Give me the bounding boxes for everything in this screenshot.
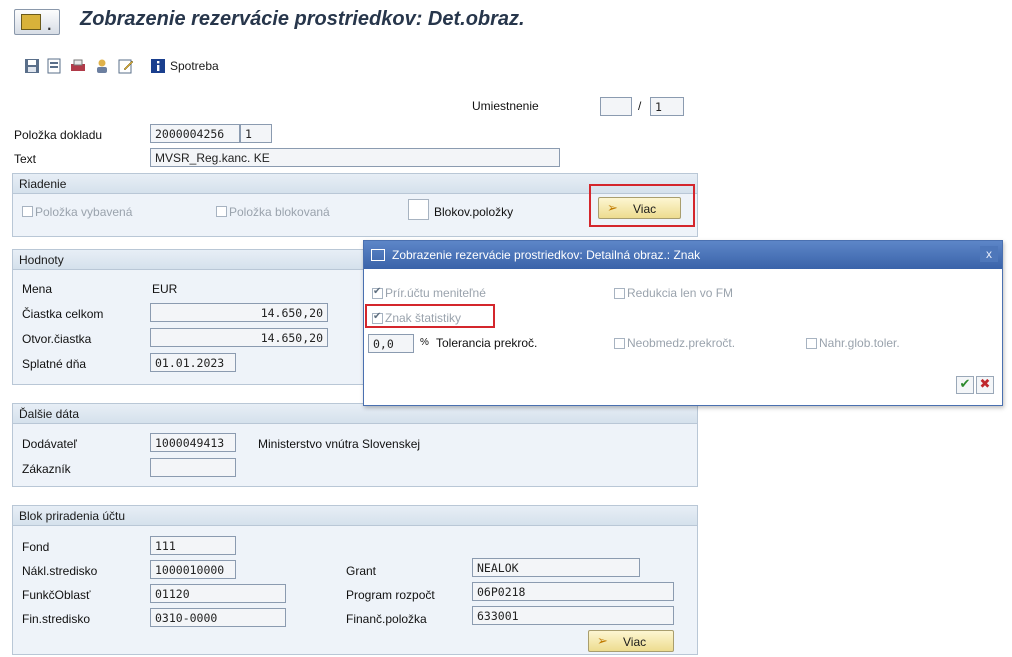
grant-label: Grant <box>346 564 377 578</box>
user-icon[interactable] <box>94 58 110 74</box>
cancel-x-icon[interactable]: ✖ <box>976 376 994 394</box>
dalsie-data-header: Ďalšie dáta <box>13 404 697 424</box>
funk-oblast-label: FunkčOblasť <box>22 588 91 602</box>
nahr-glob-label: Nahr.glob.toler. <box>819 336 900 350</box>
umiestnenie-separator: / <box>638 99 642 113</box>
menu-icon[interactable]: . <box>14 9 60 35</box>
blokov-polozky-label: Blokov.položky <box>434 205 514 219</box>
funk-oblast-field[interactable]: 01120 <box>150 584 286 603</box>
umiestnenie-input[interactable] <box>600 97 632 116</box>
neobmedz-label: Neobmedz.prekročt. <box>627 336 736 350</box>
blok-priradenia-header: Blok priradenia účtu <box>13 506 697 526</box>
dodavatel-name: Ministerstvo vnútra Slovenskej <box>258 437 421 451</box>
fin-stredisko-field[interactable]: 0310-0000 <box>150 608 286 627</box>
highlight-box-znak <box>365 304 495 328</box>
fond-label: Fond <box>22 540 50 554</box>
program-rozpoct-label: Program rozpočt <box>346 588 435 602</box>
splatne-dna-field[interactable]: 01.01.2023 <box>150 353 236 372</box>
title-bar: . Zobrazenie rezervácie prostriedkov: De… <box>0 0 1012 40</box>
tolerancia-field[interactable]: 0,0 <box>368 334 414 353</box>
dodavatel-label: Dodávateľ <box>22 437 77 451</box>
dialog-title: Zobrazenie rezervácie prostriedkov: Deta… <box>392 248 701 262</box>
zakaznik-label: Zákazník <box>22 462 71 476</box>
mena-value: EUR <box>152 282 178 296</box>
highlight-box-viac <box>589 184 695 227</box>
polozka-vybavena-checkbox[interactable] <box>22 206 33 217</box>
redukcia-checkbox[interactable] <box>614 288 625 299</box>
ciastka-celkom-field[interactable]: 14.650,20 <box>150 303 328 322</box>
edit-icon[interactable] <box>118 58 134 74</box>
nakl-stredisko-field[interactable]: 1000010000 <box>150 560 236 579</box>
window-icon <box>371 249 385 261</box>
prir-uctu-label: Prír.účtu meniteľné <box>385 286 486 300</box>
dialog-title-bar: Zobrazenie rezervácie prostriedkov: Deta… <box>364 241 1002 269</box>
confirm-check-icon[interactable]: ✔ <box>956 376 974 394</box>
application-toolbar: Spotreba <box>0 52 1012 83</box>
splatne-dna-label: Splatné dňa <box>22 357 87 371</box>
text-label: Text <box>14 152 37 166</box>
financ-polozka-field[interactable]: 633001 <box>472 606 674 625</box>
otvor-ciastka-label: Otvor.čiastka <box>22 332 92 346</box>
save-icon[interactable] <box>24 58 40 74</box>
prir-uctu-checkbox[interactable] <box>372 286 383 299</box>
info-icon[interactable] <box>150 58 166 74</box>
arrow-right-icon: ➢ <box>597 633 608 648</box>
mena-label: Mena <box>22 282 53 296</box>
spotreba-button[interactable]: Spotreba <box>170 59 219 73</box>
umiestnenie-total: 1 <box>650 97 684 116</box>
polozka-vybavena-label: Položka vybavená <box>35 205 133 219</box>
polozka-item-field[interactable]: 1 <box>240 124 272 143</box>
polozka-dokladu-field[interactable]: 2000004256 <box>150 124 240 143</box>
ciastka-celkom-label: Čiastka celkom <box>22 307 104 321</box>
text-field[interactable]: MVSR_Reg.kanc. KE <box>150 148 560 167</box>
financ-polozka-label: Finanč.položka <box>346 612 427 626</box>
program-rozpoct-field[interactable]: 06P0218 <box>472 582 674 601</box>
fond-field[interactable]: 111 <box>150 536 236 555</box>
dodavatel-field[interactable]: 1000049413 <box>150 433 236 452</box>
percent-sign: % <box>420 337 429 348</box>
fin-stredisko-label: Fin.stredisko <box>22 612 91 626</box>
grant-field[interactable]: NEALOK <box>472 558 640 577</box>
zakaznik-field[interactable] <box>150 458 236 477</box>
redukcia-label: Redukcia len vo FM <box>627 286 734 300</box>
print-icon[interactable] <box>70 58 86 74</box>
tolerancia-label: Tolerancia prekroč. <box>436 336 538 350</box>
znak-dialog: Zobrazenie rezervácie prostriedkov: Deta… <box>363 240 1003 406</box>
nakl-stredisko-label: Nákl.stredisko <box>22 564 98 578</box>
close-icon[interactable]: x <box>980 246 998 262</box>
umiestnenie-label: Umiestnenie <box>472 99 539 113</box>
nahr-glob-checkbox[interactable] <box>806 338 817 349</box>
polozka-dokladu-label: Položka dokladu <box>14 128 103 142</box>
viac-button-blok[interactable]: ➢ Viac <box>588 630 674 652</box>
polozka-blokovana-label: Položka blokovaná <box>229 205 330 219</box>
document-icon[interactable] <box>46 58 62 74</box>
page-title: Zobrazenie rezervácie prostriedkov: Det.… <box>80 8 525 30</box>
viac-label: Viac <box>623 635 647 649</box>
neobmedz-checkbox[interactable] <box>614 338 625 349</box>
polozka-blokovana-checkbox[interactable] <box>216 206 227 217</box>
blokov-polozky-checkbox[interactable] <box>408 199 429 220</box>
otvor-ciastka-field[interactable]: 14.650,20 <box>150 328 328 347</box>
